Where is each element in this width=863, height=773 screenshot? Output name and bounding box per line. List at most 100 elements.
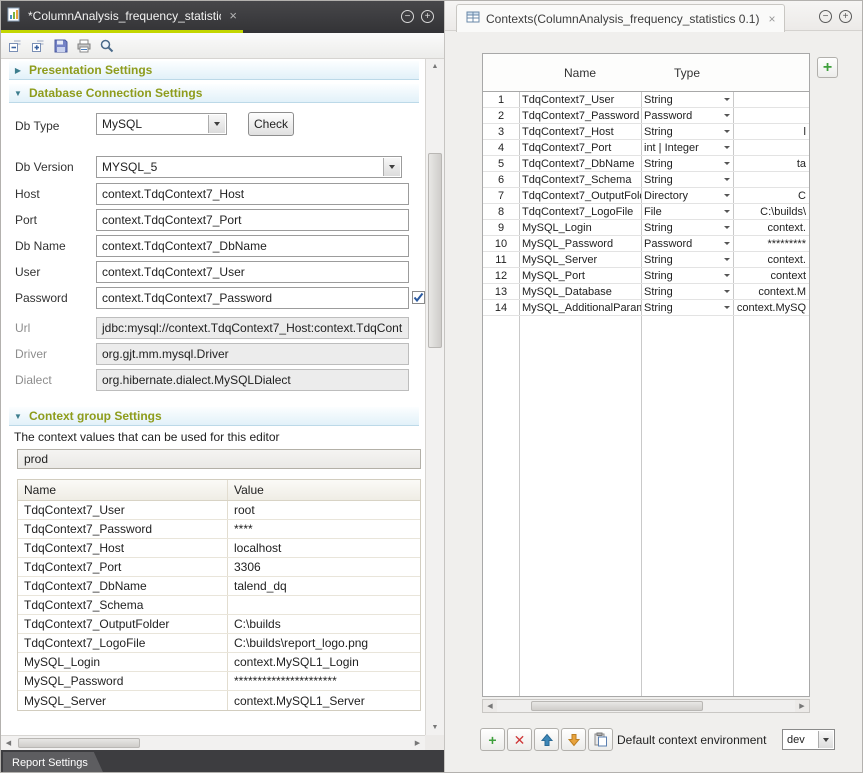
context-value-row[interactable]: TdqContext7_Schema [18, 596, 420, 615]
contexts-table-row[interactable]: 5TdqContext7_DbNameStringta [483, 156, 809, 172]
context-value-row[interactable]: MySQL_Servercontext.MySQL1_Server [18, 691, 420, 710]
type-dropdown-icon[interactable] [724, 290, 730, 293]
contexts-table-row[interactable]: 14MySQL_AdditionalParamsStringcontext.My… [483, 300, 809, 316]
variable-type-cell[interactable]: String [641, 268, 733, 283]
field-db-name[interactable]: context.TdqContext7_DbName [96, 235, 409, 257]
type-dropdown-icon[interactable] [724, 146, 730, 149]
contexts-table-row[interactable]: 12MySQL_PortStringcontext [483, 268, 809, 284]
twisty-collapsed-icon[interactable]: ▶ [13, 66, 23, 75]
contexts-table-row[interactable]: 6TdqContext7_SchemaString [483, 172, 809, 188]
remove-variable-button[interactable]: ✕ [507, 728, 532, 751]
variable-type-cell[interactable]: String [641, 172, 733, 187]
tab-contexts[interactable]: Contexts(ColumnAnalysis_frequency_statis… [456, 4, 785, 32]
context-value-row[interactable]: TdqContext7_Hostlocalhost [18, 539, 420, 558]
scroll-down-icon[interactable]: ▼ [426, 720, 444, 735]
variable-name-cell[interactable]: TdqContext7_OutputFolder [519, 188, 641, 203]
field-host[interactable]: context.TdqContext7_Host [96, 183, 409, 205]
variable-name-cell[interactable]: TdqContext7_Schema [519, 172, 641, 187]
variable-name-cell[interactable]: TdqContext7_DbName [519, 156, 641, 171]
zoom-icon[interactable] [98, 37, 116, 55]
variable-value-cell[interactable]: ta [733, 156, 809, 171]
variable-name-cell[interactable]: MySQL_Login [519, 220, 641, 235]
horizontal-scroll-thumb[interactable] [531, 701, 703, 711]
scroll-left-icon[interactable]: ◀ [1, 736, 16, 750]
variable-type-cell[interactable]: String [641, 284, 733, 299]
copy-from-repository-button[interactable] [588, 728, 613, 751]
contexts-table-row[interactable]: 9MySQL_LoginStringcontext. [483, 220, 809, 236]
field-password[interactable]: context.TdqContext7_Password [96, 287, 409, 309]
context-value-row[interactable]: TdqContext7_Port3306 [18, 558, 420, 577]
db-type-combo[interactable]: MySQL [96, 113, 227, 135]
context-value-row[interactable]: TdqContext7_Password**** [18, 520, 420, 539]
variable-type-cell[interactable]: String [641, 300, 733, 315]
twisty-expanded-icon[interactable]: ▼ [13, 89, 23, 98]
field-db-version[interactable]: MYSQL_5 [96, 156, 402, 178]
type-dropdown-icon[interactable] [724, 194, 730, 197]
password-mask-checkbox[interactable] [412, 291, 425, 304]
expand-all-icon[interactable] [29, 37, 47, 55]
context-value-row[interactable]: TdqContext7_LogoFileC:\builds\report_log… [18, 634, 420, 653]
tab-report-settings[interactable]: Report Settings [3, 752, 104, 773]
variable-name-cell[interactable]: TdqContext7_Port [519, 140, 641, 155]
type-dropdown-icon[interactable] [724, 130, 730, 133]
type-dropdown-icon[interactable] [724, 178, 730, 181]
add-context-variable-button[interactable]: + [817, 57, 838, 78]
contexts-table-row[interactable]: 4TdqContext7_Portint | Integer [483, 140, 809, 156]
db-type-dropdown-icon[interactable] [208, 115, 225, 133]
type-dropdown-icon[interactable] [724, 98, 730, 101]
variable-value-cell[interactable]: C [733, 188, 809, 203]
collapse-all-icon[interactable] [6, 37, 24, 55]
context-value-row[interactable]: MySQL_Logincontext.MySQL1_Login [18, 653, 420, 672]
contexts-table-row[interactable]: 3TdqContext7_HostStringl [483, 124, 809, 140]
variable-type-cell[interactable]: Password [641, 108, 733, 123]
type-dropdown-icon[interactable] [724, 274, 730, 277]
move-down-button[interactable] [561, 728, 586, 751]
variable-name-cell[interactable]: TdqContext7_Host [519, 124, 641, 139]
context-group-name-field[interactable]: prod [17, 449, 421, 469]
environment-combo[interactable]: dev [782, 729, 835, 750]
variable-type-cell[interactable]: String [641, 124, 733, 139]
variable-value-cell[interactable] [733, 140, 809, 155]
variable-name-cell[interactable]: TdqContext7_LogoFile [519, 204, 641, 219]
contexts-horizontal-scrollbar[interactable]: ◀ ▶ [482, 699, 810, 713]
variable-name-cell[interactable]: MySQL_Password [519, 236, 641, 251]
db-version-dropdown-icon[interactable] [383, 158, 400, 176]
contexts-table-row[interactable]: 7TdqContext7_OutputFolderDirectoryC [483, 188, 809, 204]
type-dropdown-icon[interactable] [724, 210, 730, 213]
variable-value-cell[interactable]: l [733, 124, 809, 139]
variable-type-cell[interactable]: Directory [641, 188, 733, 203]
variable-value-cell[interactable]: ********* [733, 236, 809, 251]
environment-dropdown-icon[interactable] [818, 731, 833, 748]
context-value-row[interactable]: TdqContext7_DbNametalend_dq [18, 577, 420, 596]
variable-value-cell[interactable]: context.M [733, 284, 809, 299]
editor-tab[interactable]: *ColumnAnalysis_frequency_statistics 0.1… [1, 1, 243, 33]
contexts-table-row[interactable]: 11MySQL_ServerStringcontext. [483, 252, 809, 268]
minimize-icon[interactable]: − [401, 10, 414, 23]
context-value-row[interactable]: MySQL_Password********************** [18, 672, 420, 691]
contexts-table-row[interactable]: 1TdqContext7_UserString [483, 92, 809, 108]
scroll-up-icon[interactable]: ▲ [426, 59, 444, 74]
maximize-icon[interactable]: + [421, 10, 434, 23]
field-port[interactable]: context.TdqContext7_Port [96, 209, 409, 231]
variable-type-cell[interactable]: File [641, 204, 733, 219]
variable-value-cell[interactable]: C:\builds\ [733, 204, 809, 219]
close-icon[interactable]: × [229, 8, 237, 23]
variable-type-cell[interactable]: String [641, 220, 733, 235]
variable-name-cell[interactable]: TdqContext7_User [519, 92, 641, 107]
variable-name-cell[interactable]: MySQL_Server [519, 252, 641, 267]
move-up-button[interactable] [534, 728, 559, 751]
context-value-row[interactable]: TdqContext7_Userroot [18, 501, 420, 520]
type-dropdown-icon[interactable] [724, 162, 730, 165]
scroll-right-icon[interactable]: ▶ [795, 700, 809, 712]
vertical-scroll-thumb[interactable] [428, 153, 442, 348]
type-dropdown-icon[interactable] [724, 114, 730, 117]
scroll-left-icon[interactable]: ◀ [483, 700, 497, 712]
type-dropdown-icon[interactable] [724, 226, 730, 229]
type-dropdown-icon[interactable] [724, 242, 730, 245]
maximize-icon[interactable]: + [839, 10, 852, 23]
minimize-icon[interactable]: − [819, 10, 832, 23]
close-icon[interactable]: × [768, 12, 775, 26]
contexts-table-row[interactable]: 13MySQL_DatabaseStringcontext.M [483, 284, 809, 300]
twisty-expanded-icon[interactable]: ▼ [13, 412, 23, 421]
contexts-table-row[interactable]: 8TdqContext7_LogoFileFileC:\builds\ [483, 204, 809, 220]
